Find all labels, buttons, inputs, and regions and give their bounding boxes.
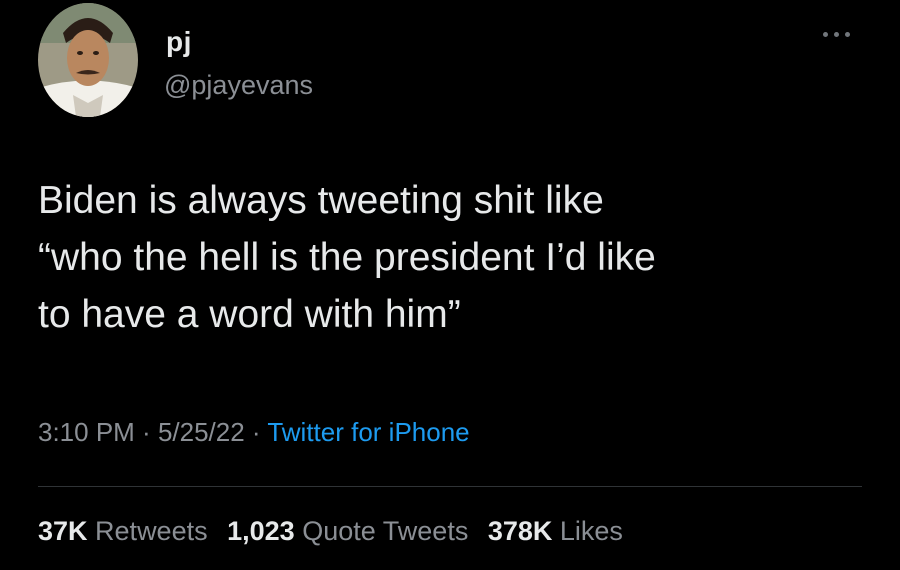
likes-count: 378K xyxy=(487,516,553,546)
tweet-source-link[interactable]: Twitter for iPhone xyxy=(267,417,469,447)
retweets-label: Retweets xyxy=(95,516,208,546)
likes-label: Likes xyxy=(559,516,623,546)
likes-stat[interactable]: 378K Likes xyxy=(488,516,623,546)
retweets-count: 37K xyxy=(38,516,88,546)
retweets-stat[interactable]: 37K Retweets xyxy=(38,516,208,546)
quote-tweets-stat[interactable]: 1,023 Quote Tweets xyxy=(227,516,468,546)
tweet-metadata: 3:10 PM · 5/25/22 · Twitter for iPhone xyxy=(38,417,470,448)
tweet-text-line: Biden is always tweeting shit like xyxy=(38,179,604,222)
separator-dot: · xyxy=(134,417,158,447)
tweet-stats: 37K Retweets 1,023 Quote Tweets 378K Lik… xyxy=(38,516,635,547)
tweet-text-line: to have a word with him” xyxy=(38,293,461,336)
avatar-photo xyxy=(38,3,138,117)
tweet-time[interactable]: 3:10 PM xyxy=(38,417,135,447)
separator-dot: · xyxy=(244,417,268,447)
tweet-text-line: “who the hell is the president I’d like xyxy=(38,236,656,279)
tweet-date[interactable]: 5/25/22 xyxy=(158,417,245,447)
more-horizontal-icon[interactable] xyxy=(819,28,855,42)
quote-tweets-count: 1,023 xyxy=(227,516,295,546)
tweet-card: pj @pjayevans Biden is always tweeting s… xyxy=(0,0,900,570)
avatar[interactable] xyxy=(38,3,138,117)
divider xyxy=(38,486,862,487)
tweet-text: Biden is always tweeting shit like “who … xyxy=(38,172,868,343)
display-name[interactable]: pj xyxy=(166,26,192,58)
user-handle[interactable]: @pjayevans xyxy=(164,70,313,101)
quote-tweets-label: Quote Tweets xyxy=(302,516,469,546)
